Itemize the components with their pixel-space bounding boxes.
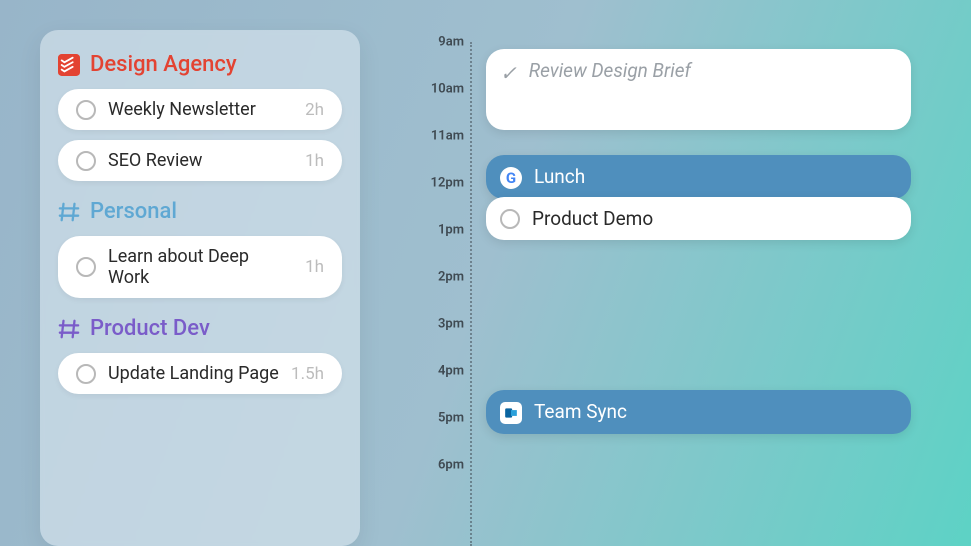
hash-icon (58, 318, 80, 340)
task-label: Update Landing Page (108, 363, 279, 384)
calendar-event[interactable]: Team Sync (486, 390, 911, 434)
task-duration: 1.5h (291, 364, 324, 384)
task-label: Weekly Newsletter (108, 99, 293, 120)
hour-label: 10am (420, 82, 464, 97)
task-duration: 1h (305, 151, 324, 171)
event-title: Lunch (534, 165, 585, 188)
event-title: Team Sync (534, 400, 627, 423)
checkbox-icon[interactable] (76, 364, 96, 384)
checkbox-icon[interactable] (76, 257, 96, 277)
hour-label: 5pm (420, 411, 464, 426)
checkbox-icon[interactable] (500, 209, 520, 229)
task-item[interactable]: Learn about Deep Work 1h (58, 236, 342, 298)
calendar-event[interactable]: ✓ Review Design Brief (486, 49, 911, 130)
calendar-event[interactable]: G Lunch (486, 155, 911, 199)
section-title: Design Agency (90, 52, 237, 77)
timeline-axis (470, 42, 472, 546)
tasks-panel: Design Agency Weekly Newsletter 2h SEO R… (40, 30, 360, 546)
task-item[interactable]: Update Landing Page 1.5h (58, 353, 342, 394)
section-title: Personal (90, 199, 177, 224)
section-personal: Personal Learn about Deep Work 1h (58, 199, 342, 298)
checkbox-icon[interactable] (76, 151, 96, 171)
hour-label: 4pm (420, 364, 464, 379)
hour-label: 1pm (420, 223, 464, 238)
hour-label: 11am (420, 129, 464, 144)
section-design-agency: Design Agency Weekly Newsletter 2h SEO R… (58, 52, 342, 181)
section-header[interactable]: Product Dev (58, 316, 342, 341)
check-icon: ✓ (500, 61, 517, 85)
task-item[interactable]: SEO Review 1h (58, 140, 342, 181)
hour-label: 12pm (420, 176, 464, 191)
hour-label: 9am (420, 35, 464, 50)
section-header[interactable]: Design Agency (58, 52, 342, 77)
outlook-icon (500, 402, 522, 424)
section-header[interactable]: Personal (58, 199, 342, 224)
google-icon: G (500, 167, 522, 189)
event-title: Review Design Brief (529, 59, 691, 82)
checkbox-icon[interactable] (76, 100, 96, 120)
calendar-event[interactable]: Product Demo (486, 197, 911, 240)
task-duration: 1h (305, 257, 324, 277)
task-label: Learn about Deep Work (108, 246, 293, 288)
task-label: SEO Review (108, 150, 293, 171)
hour-label: 3pm (420, 317, 464, 332)
task-item[interactable]: Weekly Newsletter 2h (58, 89, 342, 130)
task-duration: 2h (305, 100, 324, 120)
hour-label: 2pm (420, 270, 464, 285)
event-title: Product Demo (532, 207, 653, 230)
section-product-dev: Product Dev Update Landing Page 1.5h (58, 316, 342, 394)
todoist-icon (58, 54, 80, 76)
hour-label: 6pm (420, 458, 464, 473)
timeline: 9am 10am 11am 12pm 1pm 2pm 3pm 4pm 5pm 6pm ✓ Revie… (420, 30, 941, 546)
section-title: Product Dev (90, 316, 210, 341)
hash-icon (58, 201, 80, 223)
